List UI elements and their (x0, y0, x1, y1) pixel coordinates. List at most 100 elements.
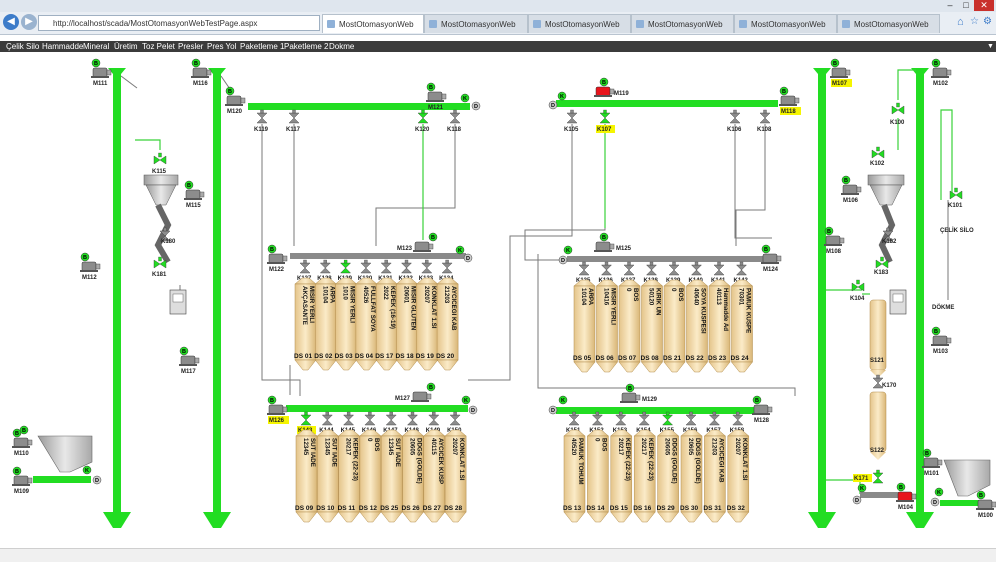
b-indicator-icon[interactable]: B (931, 58, 941, 68)
indicator-k-icon[interactable]: K (455, 245, 465, 255)
motor-m125[interactable]: M125 (594, 241, 632, 252)
silo-ds-13[interactable]: 40520 PAMUK TOHUM DS 13 (563, 429, 586, 523)
menu-dokme[interactable]: Dokme (329, 41, 354, 52)
indicator-k-icon[interactable]: K (857, 483, 867, 493)
valve-k170[interactable]: K170 (872, 374, 897, 389)
valve-k107[interactable]: K107 (596, 109, 615, 133)
indicator-k-icon[interactable]: K (563, 245, 573, 255)
indicator-d-icon[interactable]: D (930, 497, 940, 507)
indicator-d-icon[interactable]: D (852, 495, 862, 505)
b-indicator-icon[interactable]: B (12, 466, 22, 476)
valve-k102[interactable]: K102 (870, 146, 885, 167)
silo-ds-03[interactable]: 1010 MISIR YERLI DS 03 (335, 277, 358, 371)
tab-5[interactable]: MostOtomasyonWeb (734, 14, 837, 33)
b-indicator-icon[interactable]: B (922, 448, 932, 458)
tab-3[interactable]: MostOtomasyonWeb (528, 14, 631, 33)
motor-m124[interactable]: M124 (761, 253, 782, 273)
valve-k119[interactable]: K119 (254, 109, 269, 133)
motor-m123[interactable]: M123 (397, 241, 434, 252)
indicator-k-icon[interactable]: K (82, 465, 92, 475)
b-indicator-icon[interactable]: B (91, 58, 101, 68)
motor-m126[interactable]: M126 (267, 404, 289, 424)
settings-gear-icon[interactable]: ⚙ (983, 16, 992, 27)
motor-m101[interactable]: M101 (922, 457, 943, 477)
forward-icon[interactable]: ▶ (21, 14, 37, 30)
motor-m109[interactable]: M109 (12, 475, 33, 495)
motor-m104[interactable]: M104 (896, 491, 917, 511)
address-input[interactable]: http://localhost/scada/MostOtomasyonWebT… (38, 15, 320, 31)
valve-k118[interactable]: K118 (447, 109, 462, 133)
menu-paketleme-1[interactable]: Paketleme 1 (240, 41, 284, 52)
silo-ds-19[interactable]: 20207 KONKLAT 1.SI DS 19 (416, 277, 439, 371)
indicator-k-icon[interactable]: K (934, 487, 944, 497)
motor-m106[interactable]: M106 (841, 184, 862, 204)
tab-6[interactable]: MostOtomasyonWeb (837, 14, 940, 33)
b-indicator-icon[interactable]: B (191, 58, 201, 68)
motor-m128[interactable]: M128 (752, 404, 773, 424)
motor-m118[interactable]: M118 (779, 95, 801, 115)
motor-m115[interactable]: M115 (184, 189, 205, 209)
valve-k101[interactable]: K101 (948, 187, 963, 209)
silo-ds-08[interactable]: 50120 KIRIK UN DS 08 (641, 279, 664, 373)
indicator-d-icon[interactable]: D (463, 253, 473, 263)
silo-ds-16[interactable]: 20217 KEPEK (22-23) DS 16 (633, 429, 656, 523)
silo-ds-20[interactable]: 21203 AYCICEGI KAB DS 20 (436, 277, 459, 371)
b-indicator-icon[interactable]: B (428, 232, 438, 242)
silo-ds-01[interactable]: AKÇASANTE MISIR YERLI DS 01 (294, 277, 317, 371)
silo-ds-10[interactable]: 12345 SUT IADE DS 10 (316, 429, 339, 523)
silo-ds-24[interactable]: 70301 PAMUK KUSPE DS 24 (731, 279, 754, 373)
b-indicator-icon[interactable]: B (830, 58, 840, 68)
motor-m116[interactable]: M116 (191, 67, 212, 87)
b-indicator-icon[interactable]: B (841, 175, 851, 185)
motor-m117[interactable]: M117 (179, 355, 200, 375)
b-indicator-icon[interactable]: B (426, 382, 436, 392)
valve-k171[interactable]: K171 (853, 469, 884, 484)
valve-k105[interactable]: K105 (564, 109, 579, 133)
motor-m120[interactable]: M120 (225, 95, 246, 115)
silo-ds-06[interactable]: 10416 MISIR YERLI DS 06 (596, 279, 619, 373)
silo-ds-02[interactable]: 10104 ARPA DS 02 (314, 277, 337, 371)
valve-k108[interactable]: K108 (757, 109, 772, 133)
b-indicator-icon[interactable]: B (184, 180, 194, 190)
menu-mineral[interactable]: Mineral (83, 41, 109, 52)
silo-ds-12[interactable]: 0 BOS DS 12 (359, 429, 382, 523)
motor-m102[interactable]: M102 (931, 67, 952, 87)
silo-ds-22[interactable]: 40640 SOYA KUSPESI DS 22 (686, 279, 709, 373)
indicator-d-icon[interactable]: D (468, 405, 478, 415)
b-indicator-icon[interactable]: B (599, 77, 609, 87)
silo-ds-04[interactable]: 40526 FULLFAT SOYA DS 04 (355, 277, 378, 371)
silo-ds-21[interactable]: 0 BOS DS 21 (663, 279, 686, 373)
silo-ds-31[interactable]: 21203 AYCICEGI KAB DS 31 (703, 429, 727, 523)
indicator-d-icon[interactable]: D (558, 255, 568, 265)
b-indicator-icon[interactable]: B (896, 482, 906, 492)
tab-2[interactable]: MostOtomasyonWeb (424, 14, 528, 33)
indicator-k-icon[interactable]: K (557, 91, 567, 101)
motor-m103[interactable]: M103 (931, 335, 952, 355)
b-indicator-icon[interactable]: B (599, 232, 609, 242)
silo-ds-27[interactable]: 40115 AYCICEK KUSP DS 27 (423, 429, 446, 523)
silo-ds-30[interactable]: 20605 DDGS (GOLDE) DS 30 (680, 429, 703, 523)
motor-m112[interactable]: M112 (80, 261, 101, 281)
valve-k117[interactable]: K117 (286, 109, 301, 133)
close-button[interactable]: ✕ (974, 0, 994, 11)
indicator-d-icon[interactable]: D (471, 101, 481, 111)
menu-paketleme-2[interactable]: Paketleme 2 (284, 41, 328, 52)
indicator-k-icon[interactable]: K (460, 93, 470, 103)
silo-ds-05[interactable]: 10104 ARPA DS 05 (573, 279, 596, 373)
silo-ds-26[interactable]: 20605 DDGS (GOLDE) DS 26 (402, 429, 425, 523)
menu-scroll-arrow-icon[interactable]: ▼ (987, 41, 994, 52)
b-indicator-icon[interactable]: B (779, 86, 789, 96)
indicator-k-icon[interactable]: K (558, 395, 568, 405)
motor-m121[interactable]: M121 (426, 91, 447, 111)
motor-m119[interactable]: M119 (594, 86, 629, 97)
menu-presler[interactable]: Presler (178, 41, 203, 52)
b-indicator-icon[interactable]: B (179, 346, 189, 356)
valve-k104[interactable]: K104 (850, 279, 865, 302)
valve-k120[interactable]: K120 (415, 109, 430, 133)
silo-ds-07[interactable]: 0 BOS DS 07 (618, 279, 641, 373)
b-indicator-icon[interactable]: B (931, 326, 941, 336)
silo-ds-32[interactable]: 20207 KONKLAT 1.SI DS 32 (727, 429, 750, 523)
b-indicator-icon[interactable]: B (761, 244, 771, 254)
favorites-icon[interactable]: ☆ (970, 16, 979, 27)
tab-4[interactable]: MostOtomasyonWeb (631, 14, 734, 33)
